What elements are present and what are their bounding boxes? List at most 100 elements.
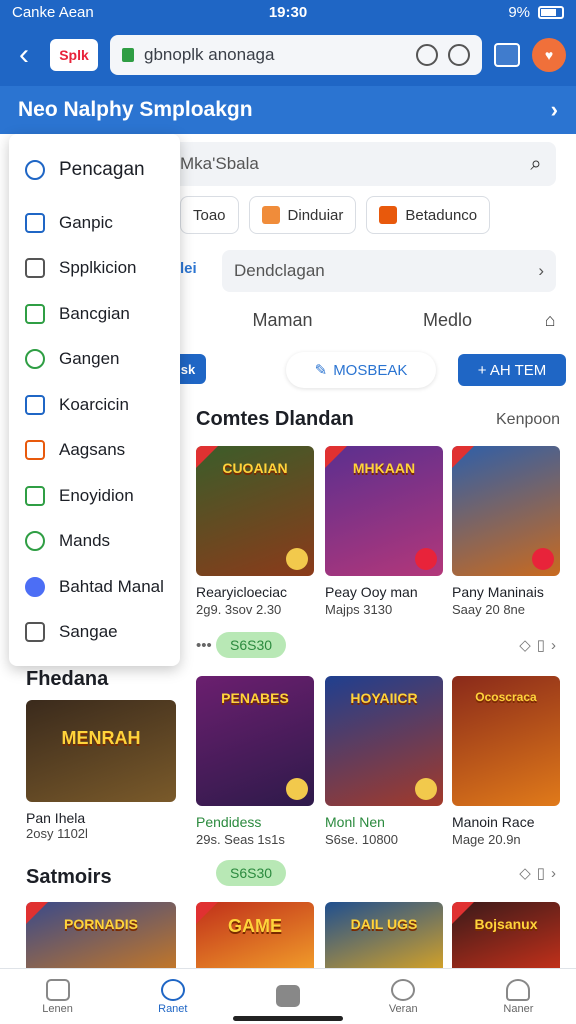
menu-item-enoyidion[interactable]: Enoyidion [9, 473, 180, 519]
game-meta: Majps 3130 [325, 602, 393, 617]
banner-title: Neo Nalphy Smploakgn [18, 98, 253, 121]
tab-maman[interactable]: Maman [200, 310, 365, 331]
nav-item-home[interactable]: Lenen [0, 969, 115, 1024]
section-more-link[interactable]: Kenpoon [496, 411, 560, 429]
diamond-icon[interactable]: ◇ [519, 864, 531, 882]
game-logo-text: PORNADIS [64, 916, 138, 932]
price-badge[interactable]: S6S30 [216, 860, 287, 886]
mosbeak-button[interactable]: ✎ MOSBEAK [286, 352, 436, 388]
chevron-right-icon: › [550, 97, 558, 122]
menu-item-aagsans[interactable]: Aagsans [9, 428, 180, 474]
menu-item-bancgian[interactable]: Bancgian [9, 291, 180, 337]
game-name: Pendidess [196, 814, 262, 830]
chip-toao[interactable]: Toao [180, 196, 239, 234]
search-placeholder: Mka'Sbala [180, 154, 259, 173]
diamond-icon[interactable]: ◇ [519, 636, 531, 654]
game-meta: 2g9. 3sov 2.30 [196, 602, 282, 617]
select-prefix: lei [180, 260, 197, 277]
nav-item-veran[interactable]: Veran [346, 969, 461, 1024]
featured-meta: 2osy 1102l [26, 826, 88, 841]
brand-logo[interactable]: Splk [50, 39, 98, 71]
chevron-right-icon[interactable]: › [551, 865, 556, 882]
browser-icon [25, 212, 45, 233]
game-thumbnail[interactable]: GAME [196, 902, 314, 968]
bookmark-icon[interactable]: ▯ [537, 636, 545, 654]
home-indicator[interactable] [233, 1016, 343, 1021]
home-icon [25, 258, 45, 279]
game-card[interactable]: PORNADIS [26, 902, 176, 968]
game-thumbnail[interactable]: Ocoscraca [452, 676, 560, 806]
badge-icon [415, 548, 437, 570]
back-arrow-icon[interactable]: ‹ [10, 40, 38, 70]
game-card[interactable]: DAIL UGS [325, 902, 443, 968]
featured-thumbnail[interactable]: MENRAH [26, 700, 176, 802]
more-dots-icon[interactable]: ••• [196, 637, 216, 654]
game-card[interactable]: Pany Maninais Saay 20 8ne [452, 446, 560, 617]
game-logo-text: HOYAIICR [350, 690, 418, 706]
game-card[interactable]: PENABES Pendidess 29s. Seas 1s1s [196, 676, 314, 847]
chip-label: Dinduiar [287, 206, 344, 224]
badge-icon [286, 548, 308, 570]
nav-item-naner[interactable]: Naner [461, 969, 576, 1024]
game-thumbnail[interactable]: PENABES [196, 676, 314, 806]
game-thumbnail[interactable]: DAIL UGS [325, 902, 443, 968]
bag-icon [276, 984, 300, 1007]
game-thumbnail[interactable]: HOYAIICR [325, 676, 443, 806]
page-banner[interactable]: Neo Nalphy Smploakgn › [0, 86, 576, 134]
category-select[interactable]: Dendclagan › [222, 250, 556, 292]
tab-medlo[interactable]: Medlo [365, 310, 530, 331]
game-thumbnail[interactable]: CUOAIAN [196, 446, 314, 576]
address-bar[interactable]: gbnoplk anonaga [110, 35, 482, 75]
bookmark-icon[interactable]: ▯ [537, 864, 545, 882]
menu-item-koarcicin[interactable]: Koarcicin [9, 382, 180, 428]
menu-item-spplkicion[interactable]: Spplkicion [9, 246, 180, 292]
game-thumbnail[interactable]: PORNADIS [26, 902, 176, 968]
nav-label: Ranet [158, 1002, 188, 1015]
menu-item-pencagan[interactable]: Pencagan [9, 140, 180, 200]
filter-chips: Toao Dinduiar Betadunco [180, 196, 491, 234]
nav-item-ranet[interactable]: Ranet [115, 969, 230, 1024]
card-icon [25, 440, 45, 461]
game-thumbnail[interactable] [452, 446, 560, 576]
menu-item-ganpic[interactable]: Ganpic [9, 200, 180, 246]
price-badge[interactable]: S6S30 [216, 632, 287, 658]
home-outline-icon[interactable]: ⌂ [530, 310, 570, 331]
game-thumbnail[interactable]: Bojsanux [452, 902, 560, 968]
clock-icon[interactable] [416, 44, 438, 66]
menu-item-mands[interactable]: Mands [9, 519, 180, 565]
inbox-icon [25, 622, 45, 643]
chip-betadunco[interactable]: Betadunco [366, 196, 491, 234]
menu-item-label: Enoyidion [59, 485, 134, 505]
tabs-icon[interactable] [494, 43, 520, 67]
featured-card[interactable]: MENRAH Pan Ihela 2osy 1102l [26, 700, 176, 841]
game-card[interactable]: CUOAIAN Rearyicloeciac 2g9. 3sov 2.30 [196, 446, 314, 617]
chip-label: Toao [193, 206, 226, 224]
game-thumbnail[interactable]: MHKAAN [325, 446, 443, 576]
game-meta: Saay 20 8ne [452, 602, 526, 617]
search-input[interactable]: Mka'Sbala ⌕ [170, 142, 556, 186]
window-icon [25, 485, 45, 506]
add-item-button[interactable]: + AH TEM [458, 354, 566, 386]
menu-item-label: Gangen [59, 349, 120, 369]
mosbeak-label: MOSBEAK [333, 361, 408, 379]
chip-dinduiar[interactable]: Dinduiar [248, 196, 357, 234]
game-card[interactable]: MHKAAN Peay Ooy man Majps 3130 [325, 446, 443, 617]
menu-item-bahtad-manal[interactable]: Bahtad Manal [9, 564, 180, 610]
featured-logo-text: MENRAH [61, 728, 141, 748]
menu-item-gangen[interactable]: Gangen [9, 337, 180, 383]
dropdown-menu: Pencagan Ganpic Spplkicion Bancgian Gang… [9, 134, 180, 666]
gift-icon[interactable]: ♥ [532, 38, 566, 72]
game-card[interactable]: GAME [196, 902, 314, 968]
clipboard-icon [25, 394, 45, 415]
game-meta: Mage 20.9n [452, 832, 521, 847]
menu-item-sangae[interactable]: Sangae [9, 610, 180, 656]
game-card[interactable]: Bojsanux [452, 902, 560, 968]
search-icon[interactable]: ⌕ [516, 153, 556, 176]
section-title: Satmoirs [26, 866, 112, 888]
search-icon [391, 978, 416, 1001]
game-card[interactable]: HOYAIICR Monl Nen S6se. 10800 [325, 676, 443, 847]
game-card[interactable]: Ocoscraca Manoin Race Mage 20.9n [452, 676, 560, 847]
reload-icon[interactable] [448, 44, 470, 66]
menu-item-label: Aagsans [59, 440, 126, 460]
chevron-right-icon[interactable]: › [551, 637, 556, 654]
